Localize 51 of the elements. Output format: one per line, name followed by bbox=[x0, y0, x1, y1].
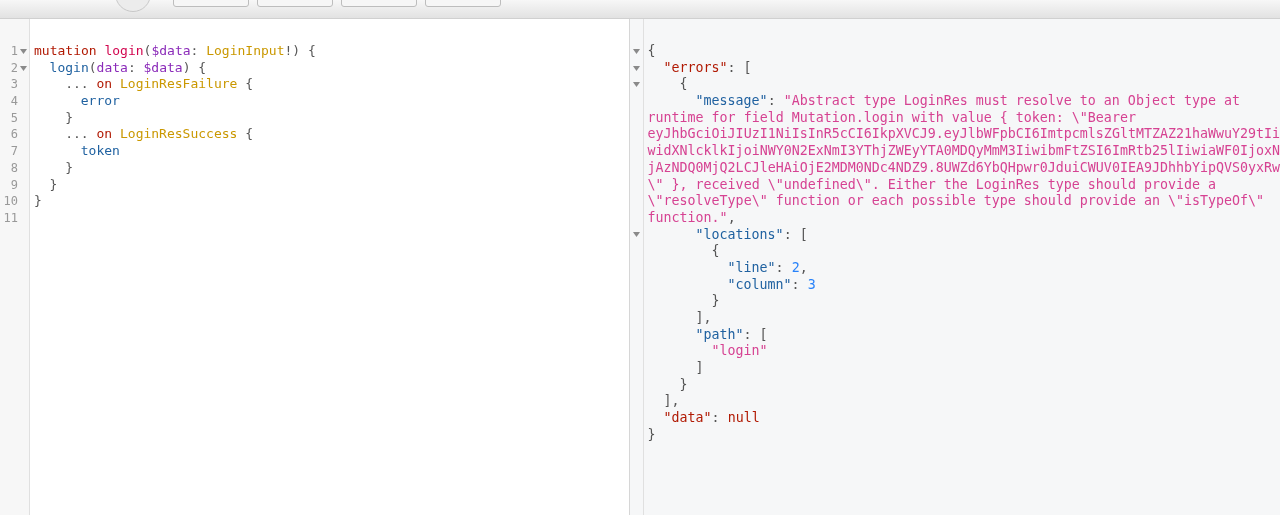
result-line: \"resolveType\" function or each possible type should provide an \"isTypeOf\" bbox=[647, 193, 1264, 210]
line-number: 11 bbox=[3, 209, 18, 227]
code-line: ... on LoginResSuccess { bbox=[65, 126, 254, 144]
result-line: "message": "Abstract type LoginRes must resolve to an Object type at bbox=[695, 93, 1240, 110]
line-number: 9 bbox=[10, 176, 18, 194]
code-line: } bbox=[34, 193, 42, 210]
line-number: 5 bbox=[10, 109, 18, 127]
fold-caret-icon[interactable] bbox=[632, 232, 640, 238]
code-line: mutation login($data: LoginInput!) { bbox=[34, 43, 316, 60]
fold-caret-icon[interactable] bbox=[20, 65, 27, 71]
result-line: widXNlcklkIjoiNWY0N2ExNmI3YThjZWEyYTA0MDQyMmM3IiwibmFtZSI6ImRtb25lIiwiaWF0IjoxN bbox=[647, 143, 1280, 160]
result-line: "path": [ bbox=[695, 326, 768, 344]
line-number: 10 bbox=[3, 193, 18, 210]
result-line: eyJhbGciOiJIUzI1NiIsInR5cCI6IkpXVCJ9.eyJlbWFpbCI6ImtpcmlsZGltMTZAZ21haWwuY29tIi bbox=[647, 126, 1280, 144]
result-line: } bbox=[711, 293, 720, 310]
line-number: 4 bbox=[10, 93, 18, 110]
result-line: ], bbox=[695, 310, 712, 327]
result-line: function.", bbox=[647, 209, 736, 227]
result-line: "line": 2, bbox=[727, 259, 808, 277]
line-number: 8 bbox=[10, 159, 18, 177]
code-line: ... on LoginResFailure { bbox=[65, 76, 254, 94]
result-line: ] bbox=[695, 360, 704, 377]
result-line: "errors": [ bbox=[663, 59, 752, 77]
line-number: 1 bbox=[10, 43, 18, 60]
code-line: } bbox=[49, 176, 58, 194]
result-line: { bbox=[711, 243, 720, 260]
result-line: "locations": [ bbox=[695, 226, 808, 244]
fold-caret-icon[interactable] bbox=[632, 65, 640, 71]
result-line: { bbox=[679, 76, 688, 94]
result-line: } bbox=[647, 426, 656, 444]
code-line: } bbox=[65, 109, 73, 127]
line-number: 2 bbox=[10, 59, 18, 77]
result-line: "login" bbox=[711, 343, 768, 361]
result-line: jAzNDQ0MjQ2LCJleHAiOjE2MDM0NDc4NDZ9.8UWZd6YbQHpwr0JduiCWUV0IEA9JDhhbYipQVS0yxRw bbox=[647, 159, 1280, 177]
code-line: } bbox=[65, 159, 73, 177]
result-line: { bbox=[647, 43, 656, 60]
result-line: \" }, received \"undefined\". Either the LoginRes type should provide a bbox=[647, 176, 1216, 194]
line-number: 7 bbox=[10, 143, 18, 160]
code-line: token bbox=[80, 143, 120, 160]
line-number: 3 bbox=[10, 76, 18, 94]
line-number: 6 bbox=[10, 126, 18, 144]
result-line: "data": null bbox=[663, 410, 760, 427]
fold-caret-icon[interactable] bbox=[632, 48, 640, 54]
result-line: runtime for field Mutation.login with value { token: \"Bearer bbox=[647, 109, 1136, 127]
result-line: ], bbox=[663, 393, 680, 411]
result-line: } bbox=[679, 376, 688, 394]
fold-caret-icon[interactable] bbox=[632, 82, 640, 88]
code-line: login(data: $data) { bbox=[49, 59, 207, 77]
result-line: "column": 3 bbox=[727, 276, 816, 294]
fold-caret-icon[interactable] bbox=[20, 48, 27, 54]
code-line: error bbox=[80, 93, 120, 110]
